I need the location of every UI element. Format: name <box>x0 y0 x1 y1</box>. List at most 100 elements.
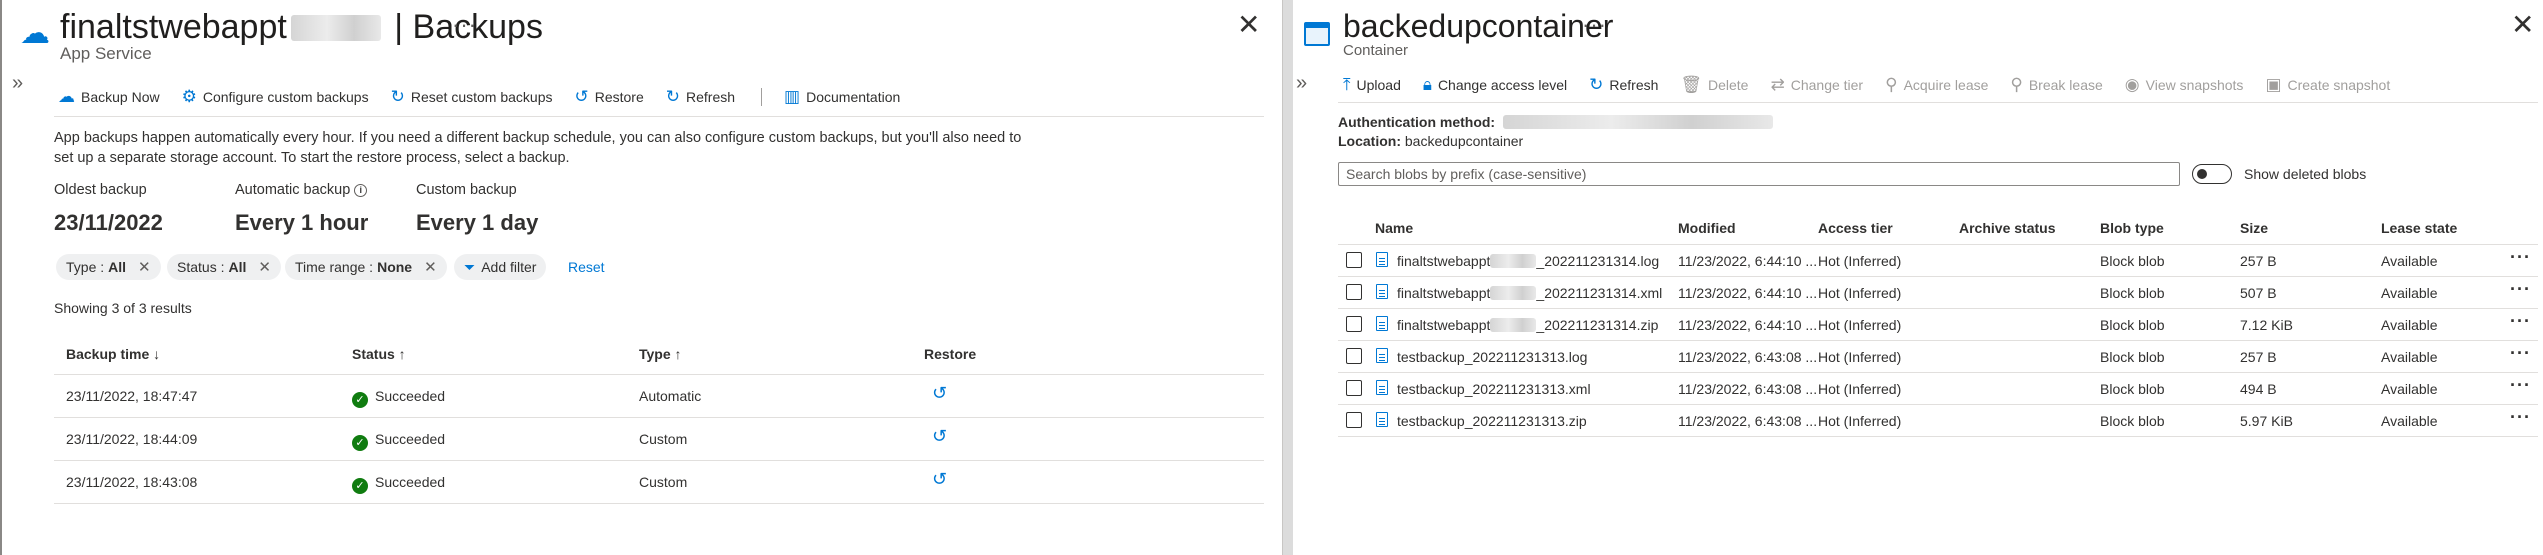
toolbar-view-snapshots-button[interactable]: ◉ View snapshots <box>2125 75 2244 95</box>
row-checkbox[interactable] <box>1346 380 1362 396</box>
blob-name-link[interactable]: testbackup_202211231313.log <box>1397 349 1587 365</box>
column-header-modified[interactable]: Modified <box>1678 220 1736 236</box>
toolbar-reset-custom-backups-button[interactable]: ↻ Reset custom backups <box>391 87 553 107</box>
column-header-access-tier[interactable]: Access tier <box>1818 220 1893 236</box>
row-checkbox[interactable] <box>1346 284 1362 300</box>
backups-blade: ☁ finaltstwebappt | Backups App Service … <box>0 0 1283 555</box>
row-checkbox[interactable] <box>1346 348 1362 364</box>
toolbar-backup-now-button[interactable]: ☁ Backup Now <box>58 87 160 107</box>
modified-cell: 11/23/2022, 6:44:10 ... <box>1678 317 1818 333</box>
expand-menu-button[interactable]: » <box>12 72 23 95</box>
change-tier-icon: ⇄ <box>1770 75 1785 94</box>
authentication-method: Authentication method: <box>1338 114 1773 130</box>
toolbar-configure-custom-backups-button[interactable]: ⚙ Configure custom backups <box>182 87 369 107</box>
column-header-size[interactable]: Size <box>2240 220 2268 236</box>
filter-value: None <box>377 259 413 275</box>
blob-name-suffix: _202211231314.log <box>1536 253 1660 269</box>
row-more-actions-button[interactable]: ··· <box>2510 279 2531 300</box>
column-header-blob-type[interactable]: Blob type <box>2100 220 2164 236</box>
column-header-status[interactable]: Status ↑ <box>352 346 406 362</box>
blob-name-link[interactable]: testbackup_202211231313.zip <box>1397 413 1587 429</box>
more-options-button[interactable]: ··· <box>452 12 477 38</box>
blob-name-link[interactable]: finaltstwebappt _202211231314.xml <box>1397 285 1662 301</box>
column-header-name[interactable]: Name <box>1375 220 1413 236</box>
column-header-archive-status[interactable]: Archive status <box>1959 220 2055 236</box>
row-more-actions-button[interactable]: ··· <box>2510 375 2531 396</box>
info-icon[interactable]: i <box>354 184 368 197</box>
status-filter-pill[interactable]: Status : All ✕ <box>167 254 281 280</box>
page-subtitle: App Service <box>60 44 152 63</box>
size-cell: 507 B <box>2240 285 2277 301</box>
gear-icon: ⚙ <box>181 87 197 106</box>
filter-value: All <box>228 259 247 275</box>
blob-name-link[interactable]: finaltstwebappt _202211231314.zip <box>1397 317 1658 333</box>
add-filter-button[interactable]: ⏷ Add filter <box>454 254 547 280</box>
toolbar-change-tier-button[interactable]: ⇄ Change tier <box>1770 75 1863 95</box>
row-more-actions-button[interactable]: ··· <box>2510 343 2531 364</box>
column-header-lease-state[interactable]: Lease state <box>2381 220 2457 236</box>
location: Location: backedupcontainer <box>1338 133 1523 149</box>
remove-filter-icon[interactable]: ✕ <box>424 258 437 276</box>
toolbar-change-access-level-button[interactable]: 🔒︎ Change access level <box>1423 75 1567 95</box>
toolbar-label: Change access level <box>1437 77 1568 93</box>
time-range-filter-pill[interactable]: Time range : None ✕ <box>285 254 447 280</box>
row-divider <box>1338 404 2538 405</box>
blob-name-prefix: testbackup_202211231313.log <box>1397 349 1588 365</box>
type-filter-pill[interactable]: Type : All ✕ <box>56 254 161 280</box>
toolbar-break-lease-button[interactable]: ⚲ Break lease <box>2010 75 2102 95</box>
toolbar-restore-button[interactable]: ↺ Restore <box>574 87 643 107</box>
toolbar-documentation-button[interactable]: ▥ Documentation <box>784 87 900 107</box>
row-more-actions-button[interactable]: ··· <box>2510 407 2531 428</box>
file-icon <box>1376 412 1388 427</box>
remove-filter-icon[interactable]: ✕ <box>138 258 151 276</box>
container-subtitle: Container <box>1343 42 1409 59</box>
close-button[interactable]: ✕ <box>1237 8 1260 41</box>
close-button[interactable]: ✕ <box>2511 8 2534 41</box>
row-checkbox[interactable] <box>1346 316 1362 332</box>
toolbar-label: Configure custom backups <box>202 89 369 105</box>
automatic-backup-value: Every 1 hour <box>235 210 369 235</box>
toolbar-label: Refresh <box>686 89 736 105</box>
more-options-button[interactable]: ··· <box>1582 12 1607 38</box>
row-checkbox[interactable] <box>1346 412 1362 428</box>
file-icon <box>1376 252 1388 267</box>
restore-icon[interactable]: ↺ <box>932 426 947 447</box>
backup-time-cell: 23/11/2022, 18:43:08 <box>66 474 198 490</box>
restore-icon[interactable]: ↺ <box>932 383 947 404</box>
file-icon <box>1376 316 1388 331</box>
remove-filter-icon[interactable]: ✕ <box>258 258 271 276</box>
size-cell: 7.12 KiB <box>2240 317 2293 333</box>
row-more-actions-button[interactable]: ··· <box>2510 247 2531 268</box>
lock-icon: 🔒︎ <box>1422 75 1432 94</box>
blob-type-cell: Block blob <box>2100 381 2165 397</box>
reset-filters-link[interactable]: Reset <box>568 259 605 275</box>
custom-backup-label: Custom backup <box>416 182 517 198</box>
blob-name-link[interactable]: testbackup_202211231313.xml <box>1397 381 1591 397</box>
redacted-text <box>1503 115 1773 129</box>
toolbar-upload-button[interactable]: ⤒ Upload <box>1343 75 1401 95</box>
toolbar-delete-button[interactable]: 🗑︎ Delete <box>1680 75 1748 95</box>
toolbar-refresh-button[interactable]: ↻ Refresh <box>666 87 735 107</box>
column-header-backup-time[interactable]: Backup time ↓ <box>66 346 160 362</box>
column-header-restore: Restore <box>924 346 977 362</box>
type-cell: Custom <box>639 474 688 490</box>
row-more-actions-button[interactable]: ··· <box>2510 311 2531 332</box>
toolbar-create-snapshot-button[interactable]: ▣ Create snapshot <box>2265 75 2390 95</box>
toolbar-separator <box>761 88 763 106</box>
restore-icon[interactable]: ↺ <box>932 469 947 490</box>
toolbar-label: Restore <box>594 89 644 105</box>
results-count: Showing 3 of 3 results <box>54 300 192 316</box>
size-cell: 494 B <box>2240 381 2277 397</box>
search-blobs-input[interactable] <box>1338 162 2180 186</box>
toolbar-label: Acquire lease <box>1903 77 1989 93</box>
row-checkbox[interactable] <box>1346 252 1362 268</box>
column-header-type[interactable]: Type ↑ <box>639 346 682 362</box>
toolbar-refresh-button[interactable]: ↻ Refresh <box>1589 75 1658 95</box>
show-deleted-toggle[interactable] <box>2192 164 2232 184</box>
toolbar-acquire-lease-button[interactable]: ⚲ Acquire lease <box>1885 75 1988 95</box>
expand-menu-button[interactable]: » <box>1296 72 1307 95</box>
refresh-icon: ↻ <box>665 87 681 106</box>
oldest-backup-label: Oldest backup <box>54 182 147 198</box>
type-cell: Automatic <box>639 388 702 404</box>
blob-name-link[interactable]: finaltstwebappt _202211231314.log <box>1397 253 1659 269</box>
